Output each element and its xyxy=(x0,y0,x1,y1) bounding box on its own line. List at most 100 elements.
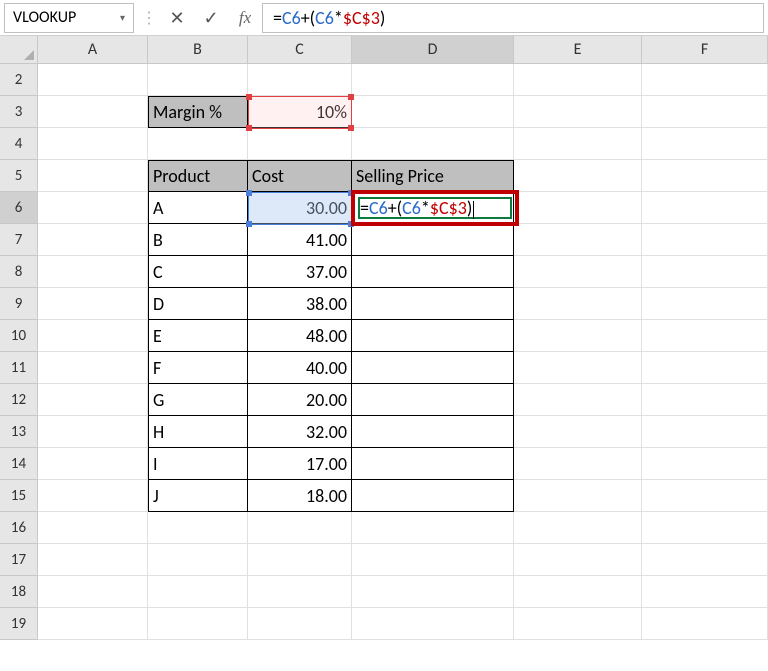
cell-F15[interactable] xyxy=(642,480,768,512)
cell-B11[interactable]: F xyxy=(148,352,248,384)
row-header-5[interactable]: 5 xyxy=(0,160,38,192)
cell-E18[interactable] xyxy=(514,576,642,608)
col-header-E[interactable]: E xyxy=(514,36,642,64)
cell-B9[interactable]: D xyxy=(148,288,248,320)
cell-B14[interactable]: I xyxy=(148,448,248,480)
row-header-9[interactable]: 9 xyxy=(0,288,38,320)
cell-F10[interactable] xyxy=(642,320,768,352)
cell-D11[interactable] xyxy=(352,352,514,384)
cell-C15[interactable]: 18.00 xyxy=(248,480,352,512)
formula-input[interactable]: =C6+(C6*$C$3) xyxy=(262,3,764,33)
cell-D13[interactable] xyxy=(352,416,514,448)
cell-C9[interactable]: 38.00 xyxy=(248,288,352,320)
cell-D16[interactable] xyxy=(352,512,514,544)
cell-D15[interactable] xyxy=(352,480,514,512)
cell-D4[interactable] xyxy=(352,128,514,160)
cell-A15[interactable] xyxy=(38,480,148,512)
cell-C19[interactable] xyxy=(248,608,352,640)
cell-E7[interactable] xyxy=(514,224,642,256)
cell-C10[interactable]: 48.00 xyxy=(248,320,352,352)
cell-D5[interactable]: Selling Price xyxy=(352,160,514,192)
row-header-3[interactable]: 3 xyxy=(0,96,38,128)
cell-A7[interactable] xyxy=(38,224,148,256)
cancel-formula-button[interactable]: ✕ xyxy=(160,3,194,33)
cell-A2[interactable] xyxy=(38,64,148,96)
cell-C18[interactable] xyxy=(248,576,352,608)
row-header-12[interactable]: 12 xyxy=(0,384,38,416)
cell-F13[interactable] xyxy=(642,416,768,448)
cell-E4[interactable] xyxy=(514,128,642,160)
cell-D17[interactable] xyxy=(352,544,514,576)
row-header-6[interactable]: 6 xyxy=(0,192,38,224)
col-header-A[interactable]: A xyxy=(38,36,148,64)
row-header-8[interactable]: 8 xyxy=(0,256,38,288)
cell-F4[interactable] xyxy=(642,128,768,160)
cell-A11[interactable] xyxy=(38,352,148,384)
cell-A8[interactable] xyxy=(38,256,148,288)
cell-A9[interactable] xyxy=(38,288,148,320)
cell-A19[interactable] xyxy=(38,608,148,640)
name-box[interactable]: VLOOKUP ▾ xyxy=(4,3,134,33)
cell-B7[interactable]: B xyxy=(148,224,248,256)
cell-F16[interactable] xyxy=(642,512,768,544)
cell-C4[interactable] xyxy=(248,128,352,160)
cell-E2[interactable] xyxy=(514,64,642,96)
cell-F9[interactable] xyxy=(642,288,768,320)
cell-A18[interactable] xyxy=(38,576,148,608)
cell-A12[interactable] xyxy=(38,384,148,416)
cell-E15[interactable] xyxy=(514,480,642,512)
cell-B4[interactable] xyxy=(148,128,248,160)
cell-B16[interactable] xyxy=(148,512,248,544)
cell-F12[interactable] xyxy=(642,384,768,416)
cell-B19[interactable] xyxy=(148,608,248,640)
cell-D14[interactable] xyxy=(352,448,514,480)
select-all-corner[interactable] xyxy=(0,36,38,64)
cell-D9[interactable] xyxy=(352,288,514,320)
cell-D18[interactable] xyxy=(352,576,514,608)
cell-E6[interactable] xyxy=(514,192,642,224)
cell-E19[interactable] xyxy=(514,608,642,640)
cell-D19[interactable] xyxy=(352,608,514,640)
cell-E11[interactable] xyxy=(514,352,642,384)
cell-F2[interactable] xyxy=(642,64,768,96)
cell-C16[interactable] xyxy=(248,512,352,544)
name-box-dropdown-icon[interactable]: ▾ xyxy=(120,11,125,24)
row-header-4[interactable]: 4 xyxy=(0,128,38,160)
cell-C12[interactable]: 20.00 xyxy=(248,384,352,416)
cell-C17[interactable] xyxy=(248,544,352,576)
cell-F11[interactable] xyxy=(642,352,768,384)
row-header-11[interactable]: 11 xyxy=(0,352,38,384)
row-header-19[interactable]: 19 xyxy=(0,608,38,640)
cell-F5[interactable] xyxy=(642,160,768,192)
cell-C5[interactable]: Cost xyxy=(248,160,352,192)
cell-B12[interactable]: G xyxy=(148,384,248,416)
row-header-17[interactable]: 17 xyxy=(0,544,38,576)
cell-E13[interactable] xyxy=(514,416,642,448)
cell-C13[interactable]: 32.00 xyxy=(248,416,352,448)
cell-D2[interactable] xyxy=(352,64,514,96)
cell-F14[interactable] xyxy=(642,448,768,480)
cell-C14[interactable]: 17.00 xyxy=(248,448,352,480)
col-header-D[interactable]: D xyxy=(352,36,514,64)
cell-E8[interactable] xyxy=(514,256,642,288)
cell-A17[interactable] xyxy=(38,544,148,576)
cell-C11[interactable]: 40.00 xyxy=(248,352,352,384)
row-header-16[interactable]: 16 xyxy=(0,512,38,544)
col-header-C[interactable]: C xyxy=(248,36,352,64)
cell-B6[interactable]: A xyxy=(148,192,248,224)
cell-D6[interactable] xyxy=(352,192,514,224)
cell-D8[interactable] xyxy=(352,256,514,288)
cell-B17[interactable] xyxy=(148,544,248,576)
cell-B10[interactable]: E xyxy=(148,320,248,352)
cell-E9[interactable] xyxy=(514,288,642,320)
cell-F19[interactable] xyxy=(642,608,768,640)
row-header-7[interactable]: 7 xyxy=(0,224,38,256)
cell-F7[interactable] xyxy=(642,224,768,256)
cell-C8[interactable]: 37.00 xyxy=(248,256,352,288)
cell-B18[interactable] xyxy=(148,576,248,608)
cell-F18[interactable] xyxy=(642,576,768,608)
cell-A14[interactable] xyxy=(38,448,148,480)
row-header-10[interactable]: 10 xyxy=(0,320,38,352)
cell-E17[interactable] xyxy=(514,544,642,576)
cell-D7[interactable] xyxy=(352,224,514,256)
